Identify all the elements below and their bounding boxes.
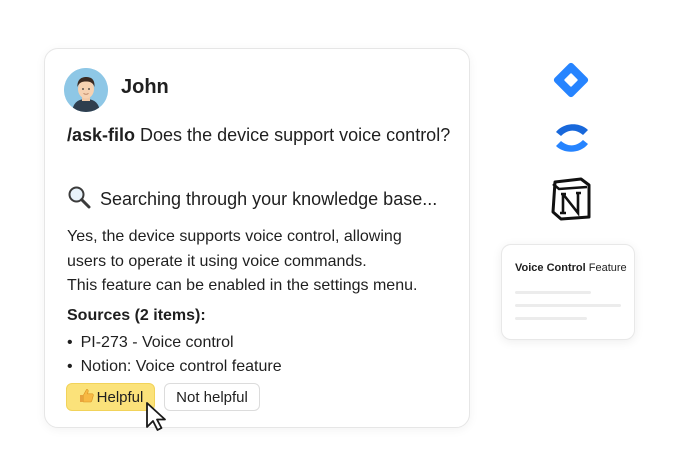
question-text: Does the device support voice control? [135,125,451,145]
question-message: /ask-filo Does the device support voice … [67,122,457,148]
command-label: /ask-filo [67,125,136,145]
jira-icon [548,57,594,108]
confluence-icon [552,120,592,161]
source-item-notion[interactable]: Notion: Voice control feature [67,355,282,379]
answer-line: This feature can be enabled in the setti… [67,277,418,294]
search-status: Searching through your knowledge base... [67,185,437,214]
not-helpful-button[interactable]: Not helpful [164,383,260,411]
preview-title-rest: Feature [585,262,627,274]
mouse-cursor-icon [145,401,169,438]
user-name: John [121,76,169,98]
placeholder-line [515,317,587,320]
notion-icon [549,176,593,227]
thumbs-up-icon [78,387,95,408]
chat-card: John /ask-filo Does the device support v… [44,48,470,431]
notion-page-preview[interactable]: Voice Control Feature [501,244,635,340]
answer-text: Yes, the device supports voice control, … [67,225,467,299]
user-avatar [64,68,108,112]
magnifier-icon [67,185,91,214]
sources-list: PI-273 - Voice control Notion: Voice con… [67,331,282,379]
answer-line: users to operate it using voice commands… [67,252,367,270]
answer-line: Yes, the device supports voice control, … [67,228,402,245]
helpful-label: Helpful [96,388,144,406]
source-item-pi-273[interactable]: PI-273 - Voice control [67,331,282,355]
sources-title: Sources (2 items): [67,307,206,324]
placeholder-line [515,304,621,307]
helpful-button[interactable]: Helpful [66,383,155,411]
preview-title-bold: Voice Control [515,262,586,274]
preview-title: Voice Control Feature [515,262,627,274]
search-status-text: Searching through your knowledge base... [100,189,438,209]
placeholder-line [515,291,591,294]
not-helpful-label: Not helpful [176,388,248,406]
